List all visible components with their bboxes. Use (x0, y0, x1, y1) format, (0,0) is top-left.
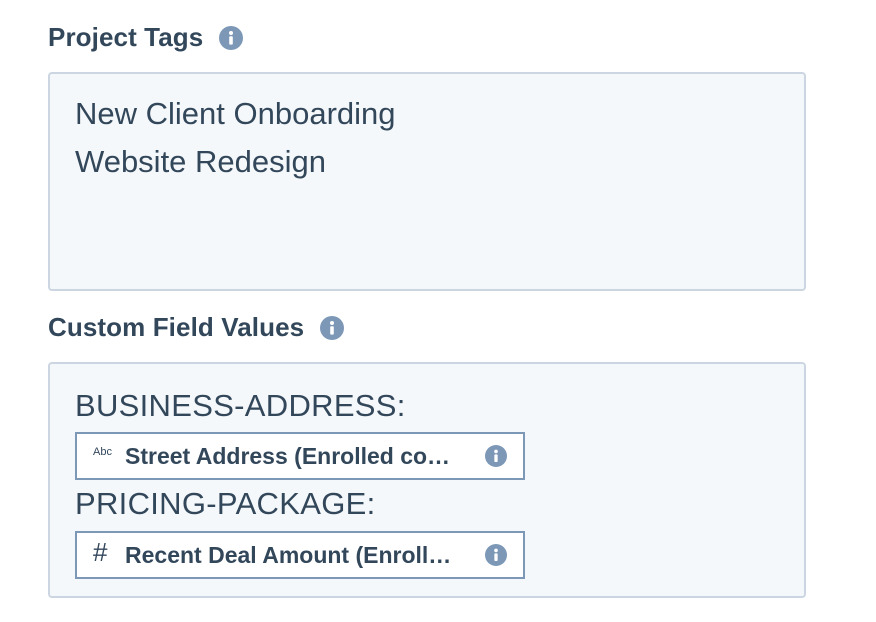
project-tag-line: Website Redesign (75, 144, 327, 179)
custom-field-values-editor[interactable]: BUSINESS-ADDRESS: Abc Street Address (En… (48, 362, 806, 598)
recent-deal-amount-token[interactable]: # Recent Deal Amount (Enroll… (75, 531, 525, 579)
business-address-key: BUSINESS-ADDRESS: (75, 388, 406, 423)
info-icon[interactable] (219, 25, 244, 50)
custom-field-values-label-text: Custom Field Values (48, 312, 305, 342)
token-label: Street Address (Enrolled co… (125, 442, 451, 469)
street-address-token[interactable]: Abc Street Address (Enrolled co… (75, 432, 525, 480)
custom-field-values-label: Custom Field Values (48, 312, 345, 343)
number-type-icon: # (93, 537, 108, 567)
project-tags-label-text: Project Tags (48, 22, 204, 52)
pricing-package-key: PRICING-PACKAGE: (75, 486, 376, 521)
info-icon[interactable] (485, 544, 507, 566)
info-icon[interactable] (320, 315, 345, 340)
project-tag-line: New Client Onboarding (75, 96, 396, 131)
project-tags-label: Project Tags (48, 22, 244, 53)
info-icon[interactable] (485, 445, 507, 467)
project-tags-textarea[interactable]: New Client Onboarding Website Redesign (48, 72, 806, 291)
text-type-icon: Abc (93, 445, 112, 458)
token-label: Recent Deal Amount (Enroll… (125, 541, 452, 568)
